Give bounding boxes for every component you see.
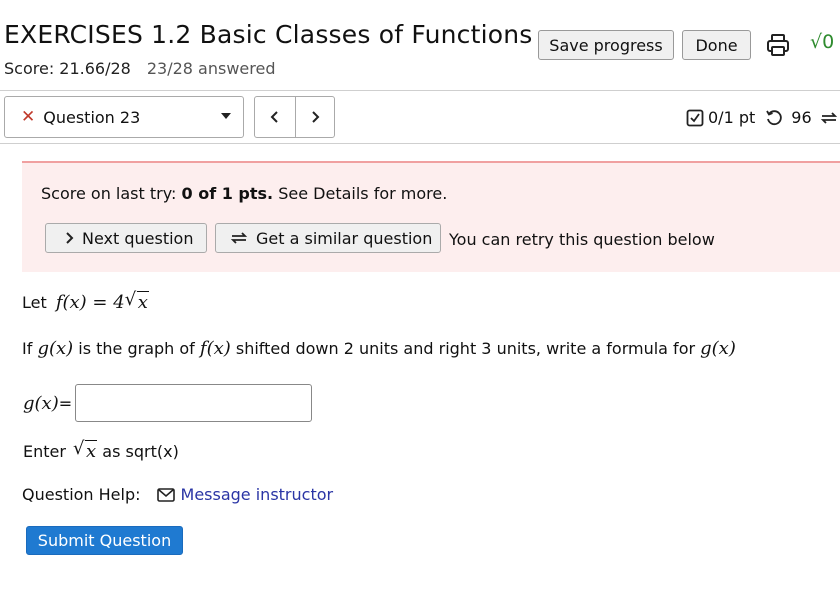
sqrt-symbol: √ x [124, 289, 149, 313]
save-progress-button[interactable]: Save progress [538, 30, 674, 60]
alert-message: Score on last try: 0 of 1 pts. See Detai… [41, 184, 447, 203]
next-question-label: Next question [82, 228, 194, 248]
tries-count: 96 [791, 108, 812, 127]
swap-arrows-icon [230, 232, 248, 244]
math-tool-icon[interactable]: √0 [810, 31, 834, 53]
sqrt-symbol: √ x [73, 438, 98, 462]
g-of-x: g(x) [37, 338, 74, 359]
alert-score: 0 of 1 pts. [181, 184, 274, 203]
answer-label-math: g(x) [23, 393, 59, 414]
similar-question-button[interactable]: Get a similar question [215, 223, 441, 253]
chevron-right-icon [66, 232, 74, 244]
chevron-right-icon [312, 111, 320, 123]
page-title: EXERCISES 1.2 Basic Classes of Functions [4, 20, 533, 49]
answer-label-equals: = [58, 394, 73, 413]
g-of-x: g(x) [700, 338, 736, 359]
question-help: Question Help: Message instructor [22, 485, 333, 504]
alert-suffix: See Details for more. [273, 184, 448, 203]
mail-icon [156, 487, 175, 502]
question-select-label: Question 23 [43, 107, 141, 127]
points-indicator: 0/1 pt 96 [686, 108, 840, 127]
f-of-x: f(x) [199, 338, 231, 359]
alert-prefix: Score on last try: [41, 184, 182, 203]
let-word: Let [22, 293, 47, 312]
format-hint: Enter √ x as sqrt(x) [23, 438, 179, 462]
question-prompt: If g(x) is the graph of f(x) shifted dow… [22, 338, 736, 359]
format-hint-text: as sqrt(x) [97, 442, 179, 461]
prompt-text-rest: shifted down 2 units and right 3 units, … [230, 339, 701, 358]
similar-question-icon[interactable] [820, 109, 838, 127]
done-button[interactable]: Done [682, 30, 751, 60]
answer-label: g(x)= [23, 393, 72, 414]
question-nav-group [254, 96, 335, 138]
retry-message: You can retry this question below [449, 230, 715, 249]
last-try-alert: Score on last try: 0 of 1 pts. See Detai… [22, 161, 840, 272]
similar-question-label: Get a similar question [256, 228, 433, 248]
message-instructor-text: Message instructor [180, 485, 334, 504]
f-definition: f(x) = 4 [55, 292, 125, 313]
answer-input[interactable] [75, 384, 312, 422]
checkbox-icon [686, 109, 704, 126]
print-icon[interactable] [766, 33, 790, 57]
chevron-left-icon [270, 111, 278, 123]
if-word: If [22, 339, 33, 358]
prompt-text: is the graph of [73, 339, 200, 358]
question-select[interactable]: ✕ Question 23 [4, 96, 244, 138]
tries-indicator: 96 [765, 108, 840, 127]
message-instructor-link[interactable]: Message instructor [156, 485, 334, 504]
enter-word: Enter [23, 442, 66, 461]
next-question-arrow-button[interactable] [294, 97, 335, 137]
score-summary: Score: 21.66/28 23/28 answered [4, 59, 275, 78]
points-text: 0/1 pt [708, 108, 756, 127]
radicand: x [85, 440, 98, 462]
radicand: x [136, 291, 149, 313]
caret-down-icon [221, 113, 231, 119]
submit-question-button[interactable]: Submit Question [26, 526, 183, 555]
function-definition: Let f(x) = 4 √ x [22, 289, 149, 313]
score-text: Score: 21.66/28 [4, 59, 131, 78]
retry-icon [766, 109, 783, 125]
next-question-button[interactable]: Next question [45, 223, 207, 253]
divider [0, 90, 840, 91]
previous-question-button[interactable] [255, 97, 295, 137]
answered-count: 23/28 answered [146, 59, 276, 78]
incorrect-icon: ✕ [21, 107, 36, 127]
question-help-label: Question Help: [22, 485, 141, 504]
divider [0, 143, 840, 144]
